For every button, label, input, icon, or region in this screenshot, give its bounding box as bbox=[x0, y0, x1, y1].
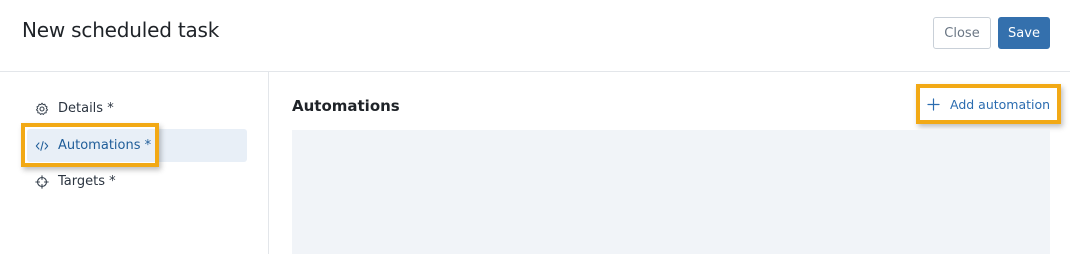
add-automation-label: Add automation bbox=[950, 96, 1051, 112]
sidebar-item-automations[interactable]: Automations * bbox=[27, 129, 247, 162]
header: New scheduled task Close Save bbox=[0, 0, 1070, 72]
add-automation-button[interactable]: Add automation bbox=[927, 94, 1050, 114]
automations-list-panel bbox=[292, 130, 1050, 254]
sidebar: Details * Automations * Targets * bbox=[0, 72, 269, 254]
sidebar-item-targets[interactable]: Targets * bbox=[27, 165, 247, 198]
plus-icon bbox=[927, 97, 940, 111]
crosshair-icon bbox=[35, 174, 49, 189]
sidebar-item-details[interactable]: Details * bbox=[27, 92, 247, 125]
gear-icon bbox=[35, 102, 49, 116]
save-button[interactable]: Save bbox=[998, 17, 1050, 49]
close-button[interactable]: Close bbox=[933, 17, 991, 49]
page-title: New scheduled task bbox=[22, 18, 220, 42]
sidebar-item-label: Automations * bbox=[58, 138, 152, 153]
section-title: Automations bbox=[292, 97, 400, 115]
sidebar-item-label: Targets * bbox=[58, 174, 116, 189]
code-icon bbox=[35, 139, 49, 153]
sidebar-item-label: Details * bbox=[58, 101, 114, 116]
